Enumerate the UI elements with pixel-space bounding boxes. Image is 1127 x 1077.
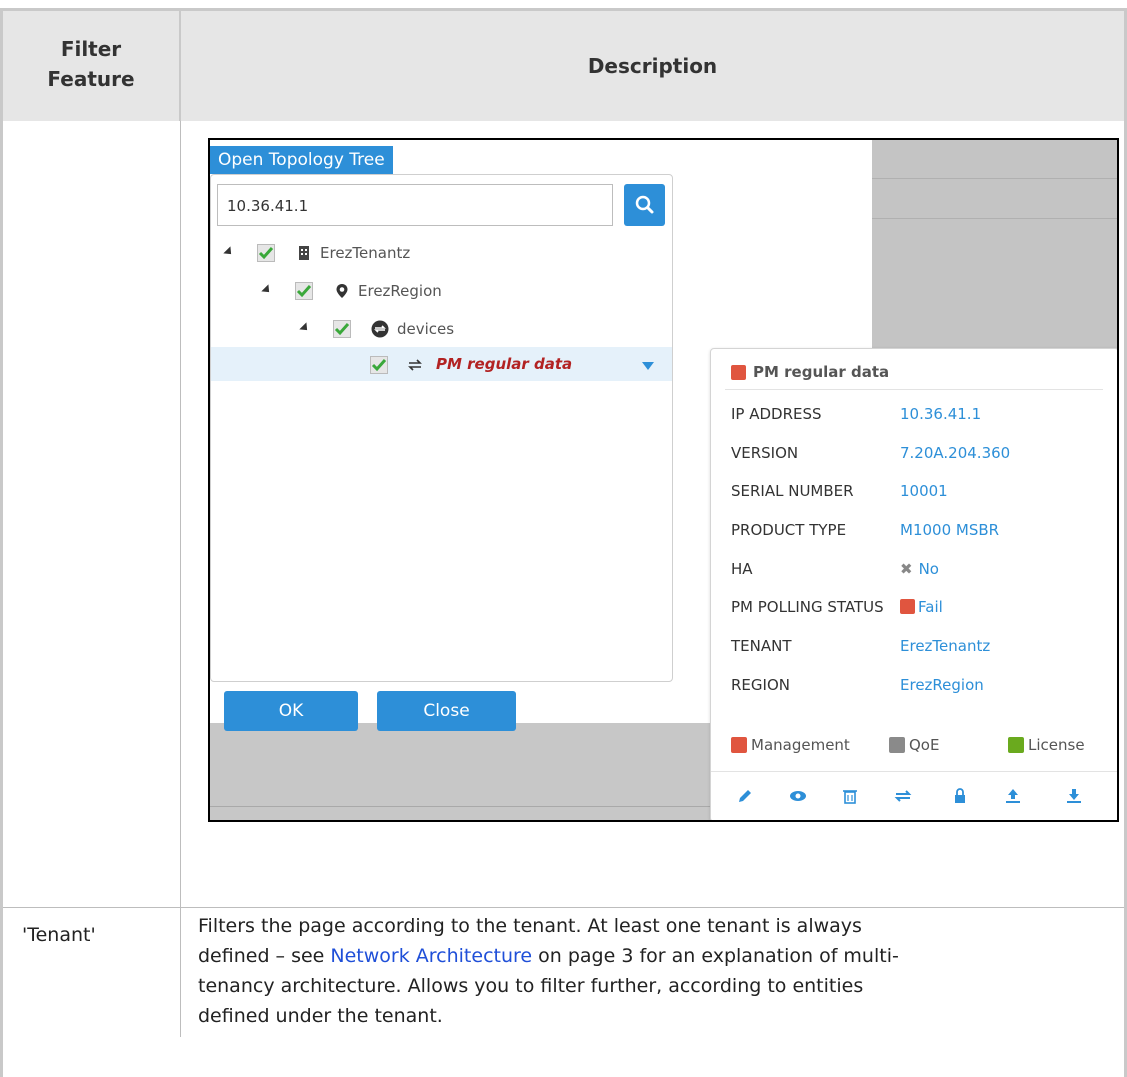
fail-square-icon (900, 599, 915, 614)
tree-panel: 10.36.41.1 ErezTenantz ErezRegion device… (210, 174, 673, 682)
legend-label: Management (751, 736, 850, 754)
field-version-value: 7.20A.204.360 (900, 444, 1011, 462)
tree-row-pm-regular-data[interactable]: PM regular data (211, 349, 672, 379)
tree-row-devices[interactable]: devices (211, 314, 672, 344)
ha-value-text: No (918, 560, 939, 578)
tree-label-selected: PM regular data (436, 355, 573, 373)
lock-icon[interactable] (950, 786, 970, 806)
field-tenant-key: TENANT (731, 637, 792, 655)
header-description: Description (587, 54, 718, 78)
desc-line2-post: on page 3 for an explanation of multi- (532, 945, 899, 967)
legend-license: License (1008, 736, 1085, 754)
search-input[interactable]: 10.36.41.1 (217, 184, 613, 226)
map-pin-icon (336, 284, 348, 298)
desc-line1: Filters the page according to the tenant… (198, 915, 862, 937)
header-filter-feature-text: Filter Feature (47, 37, 135, 91)
card-title: PM regular data (731, 363, 889, 381)
tree-label: devices (397, 320, 455, 338)
checkbox-checked-icon (333, 320, 351, 338)
close-button[interactable]: Close (377, 691, 516, 731)
expand-triangle-icon (261, 284, 273, 296)
desc-line4: defined under the tenant. (198, 1005, 443, 1027)
x-icon: ✖ (900, 560, 913, 578)
desc-line3: tenancy architecture. Allows you to filt… (198, 975, 864, 997)
row2-feature: 'Tenant' (22, 924, 96, 946)
search-icon (635, 195, 654, 214)
tree-label: ErezRegion (358, 282, 442, 300)
field-region-key: REGION (731, 676, 790, 694)
topology-tree-screenshot: Open Topology Tree 10.36.41.1 ErezTenant… (208, 138, 1119, 822)
legend-label: License (1028, 736, 1085, 754)
field-product-key: PRODUCT TYPE (731, 521, 847, 539)
transfer-arrows-icon (408, 359, 422, 371)
field-ip-value: 10.36.41.1 (900, 405, 982, 423)
delete-icon[interactable] (840, 786, 860, 806)
legend-swatch (1008, 737, 1024, 753)
field-polling-key: PM POLLING STATUS (731, 598, 884, 616)
download-icon[interactable] (1064, 786, 1084, 806)
sync-icon[interactable] (893, 786, 913, 806)
legend-label: QoE (909, 736, 940, 754)
legend-swatch (889, 737, 905, 753)
desc-line2: defined – see Network Architecture on pa… (198, 941, 1118, 971)
legend-qoe: QoE (889, 736, 939, 754)
row-separator (3, 907, 1124, 908)
tree-row-tenant[interactable]: ErezTenantz (211, 238, 672, 268)
dropdown-caret-icon[interactable] (641, 361, 655, 371)
desc-line2-pre: defined – see (198, 945, 331, 967)
field-ip-key: IP ADDRESS (731, 405, 822, 423)
background-rule (872, 178, 1117, 179)
status-square-icon (731, 365, 746, 380)
checkbox-checked-icon (295, 282, 313, 300)
device-group-icon (371, 320, 389, 338)
background-rule (872, 218, 1117, 219)
row2-description: Filters the page according to the tenant… (198, 911, 1118, 1031)
card-title-text: PM regular data (753, 363, 890, 381)
ok-button[interactable]: OK (224, 691, 358, 731)
card-divider (711, 771, 1117, 772)
checkbox-checked-icon (257, 244, 275, 262)
device-info-card: PM regular data IP ADDRESS 10.36.41.1 VE… (710, 348, 1117, 820)
legend-management: Management (731, 736, 850, 754)
polling-value-text: Fail (918, 598, 943, 616)
field-tenant-value: ErezTenantz (900, 637, 991, 655)
header-filter-feature: Filter Feature (3, 34, 179, 94)
field-ha-key: HA (731, 560, 753, 578)
network-architecture-link[interactable]: Network Architecture (330, 945, 532, 967)
tree-row-region[interactable]: ErezRegion (211, 276, 672, 306)
edit-icon[interactable] (735, 786, 755, 806)
field-region-value: ErezRegion (900, 676, 984, 694)
card-divider (725, 389, 1103, 390)
upload-icon[interactable] (1003, 786, 1023, 806)
field-serial-value: 10001 (900, 482, 948, 500)
field-ha-value: ✖ No (900, 560, 939, 578)
field-serial-key: SERIAL NUMBER (731, 482, 854, 500)
table-border-left (0, 8, 3, 1077)
field-version-key: VERSION (731, 444, 799, 462)
legend-swatch (731, 737, 747, 753)
column-divider-row1 (180, 121, 181, 1037)
field-product-value: M1000 MSBR (900, 521, 1000, 539)
checkbox-checked-icon (370, 356, 388, 374)
expand-triangle-icon (299, 322, 311, 334)
tree-label: ErezTenantz (320, 244, 411, 262)
view-icon[interactable] (788, 786, 808, 806)
search-button[interactable] (624, 184, 665, 226)
field-polling-value: Fail (900, 598, 943, 616)
expand-triangle-icon (223, 246, 235, 258)
building-icon (299, 246, 309, 260)
filter-table: Filter Feature Description 'Tenant' Filt… (0, 0, 1127, 1077)
tree-title-tab[interactable]: Open Topology Tree (210, 146, 393, 174)
